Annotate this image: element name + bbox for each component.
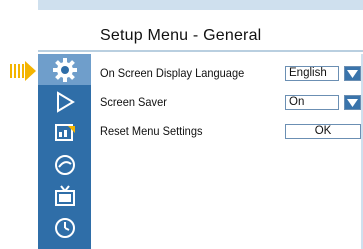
play-icon xyxy=(56,90,75,113)
reset-ok-button[interactable]: OK xyxy=(285,124,361,139)
tv-icon xyxy=(54,184,75,206)
sidebar xyxy=(38,54,91,249)
screen-saver-label: Screen Saver xyxy=(100,95,167,109)
audio-disc-icon xyxy=(54,154,75,175)
gear-icon xyxy=(52,57,77,82)
sidebar-item-picture[interactable] xyxy=(38,117,91,148)
top-strip xyxy=(38,0,363,10)
osd-language-select[interactable]: English xyxy=(285,66,339,81)
sidebar-item-clock[interactable] xyxy=(38,212,91,243)
screen-saver-select[interactable]: On xyxy=(285,95,339,110)
title-bar: Setup Menu - General xyxy=(38,20,363,52)
sidebar-item-tv[interactable] xyxy=(38,180,91,211)
picture-settings-icon xyxy=(54,123,75,141)
clock-icon xyxy=(54,217,75,238)
screen-saver-dropdown-button[interactable] xyxy=(344,95,361,110)
selection-pointer-icon xyxy=(10,61,36,81)
sidebar-item-audio[interactable] xyxy=(38,149,91,180)
chevron-down-icon xyxy=(347,99,358,107)
osd-language-label: On Screen Display Language xyxy=(100,66,245,80)
reset-settings-label: Reset Menu Settings xyxy=(100,124,203,138)
page-title: Setup Menu - General xyxy=(100,27,262,44)
chevron-down-icon xyxy=(347,70,358,78)
sidebar-item-playback[interactable] xyxy=(38,86,91,117)
osd-language-dropdown-button[interactable] xyxy=(344,66,361,81)
sidebar-item-general[interactable] xyxy=(38,54,91,85)
